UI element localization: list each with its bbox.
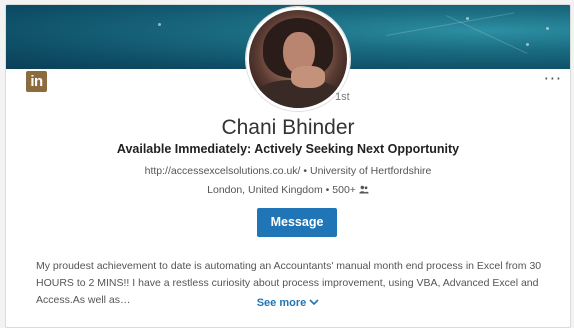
education-link[interactable]: University of Hertfordshire bbox=[310, 165, 431, 177]
connections-count[interactable]: 500+ bbox=[332, 184, 356, 196]
profile-meta-line-1: http://accessexcelsolutions.co.uk/ • Uni… bbox=[6, 165, 570, 177]
website-link[interactable]: http://accessexcelsolutions.co.uk/ bbox=[145, 165, 301, 177]
connection-degree-badge: 1st bbox=[335, 91, 350, 103]
more-options-button[interactable]: ··· bbox=[544, 69, 562, 88]
profile-card: in ··· 1st Chani Bhinder Available Immed… bbox=[5, 4, 571, 328]
banner-dot bbox=[158, 23, 161, 26]
people-icon bbox=[359, 184, 369, 196]
separator: • bbox=[325, 184, 330, 196]
profile-meta-line-2: London, United Kingdom • 500+ bbox=[6, 184, 570, 196]
see-more-link[interactable]: See more bbox=[6, 297, 570, 309]
chevron-down-icon bbox=[309, 297, 319, 309]
message-button[interactable]: Message bbox=[257, 208, 337, 237]
see-more-label: See more bbox=[256, 297, 307, 309]
banner-dot bbox=[546, 27, 549, 30]
banner-line bbox=[445, 15, 528, 54]
profile-name: Chani Bhinder bbox=[221, 116, 355, 139]
profile-headline: Available Immediately: Actively Seeking … bbox=[116, 142, 460, 156]
location-text: London, United Kingdom bbox=[207, 184, 323, 196]
linkedin-logo-icon[interactable]: in bbox=[26, 71, 47, 92]
photo-hand bbox=[291, 66, 325, 88]
banner-dot bbox=[526, 43, 529, 46]
separator: • bbox=[303, 165, 308, 177]
